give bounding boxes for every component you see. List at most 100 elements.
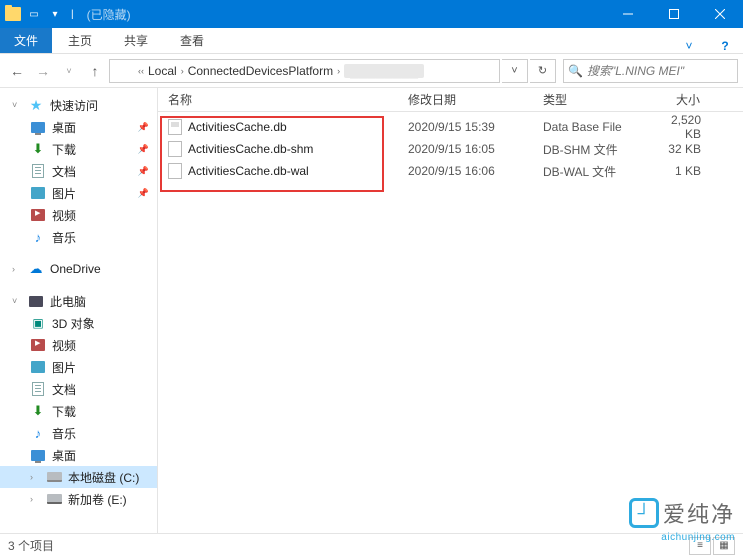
sidebar-label: 音乐 [52,229,76,246]
sidebar-label: 视频 [52,207,76,224]
document-icon [30,381,46,397]
music-icon: ♪ [30,425,46,441]
sidebar-item-downloads2[interactable]: ⬇下载 [0,400,157,422]
sidebar-item-thispc[interactable]: ˅此电脑 [0,290,157,312]
search-placeholder: 搜索"L.NING MEI" [587,62,684,79]
minimize-button[interactable] [605,0,651,28]
breadcrumb-seg[interactable]: ConnectedDevicesPlatform [188,64,333,78]
sidebar-label: 图片 [52,359,76,376]
file-row[interactable]: ActivitiesCache.db2020/9/15 15:39Data Ba… [158,116,743,138]
file-type: DB-WAL 文件 [533,163,643,180]
folder-icon [114,63,132,79]
sidebar-label: 此电脑 [50,293,86,310]
column-header-type[interactable]: 类型 [533,91,643,108]
video-icon [30,207,46,223]
up-button[interactable]: ↑ [83,59,107,83]
column-header-date[interactable]: 修改日期 [398,91,533,108]
sidebar-item-newvolume[interactable]: ›新加卷 (E:) [0,488,157,510]
sidebar-item-music[interactable]: ♪ 音乐 [0,226,157,248]
file-type: DB-SHM 文件 [533,141,643,158]
close-button[interactable] [697,0,743,28]
refresh-button[interactable]: ↻ [530,59,556,83]
file-row[interactable]: ActivitiesCache.db-shm2020/9/15 16:05DB-… [158,138,743,160]
file-date: 2020/9/15 16:05 [398,142,533,156]
file-size: 2,520 KB [643,113,713,141]
sidebar-item-pictures2[interactable]: 图片 [0,356,157,378]
back-button[interactable]: ← [5,59,29,83]
sidebar-item-desktop[interactable]: 桌面 📌 [0,116,157,138]
file-name: ActivitiesCache.db [188,120,287,134]
pin-icon: 📌 [138,166,149,177]
sidebar-item-onedrive[interactable]: ›☁OneDrive [0,258,157,280]
tab-home[interactable]: 主页 [52,28,108,53]
file-icon [168,119,182,135]
folder-app-icon [4,5,22,23]
sidebar-item-music2[interactable]: ♪音乐 [0,422,157,444]
sidebar-label: 文档 [52,163,76,180]
qat-properties-icon[interactable]: ▭ [25,5,43,23]
tab-view[interactable]: 查看 [164,28,220,53]
download-icon: ⬇ [30,403,46,419]
sidebar-label: 桌面 [52,119,76,136]
sidebar-item-pictures[interactable]: 图片 📌 [0,182,157,204]
file-size: 32 KB [643,142,713,156]
pin-icon: 📌 [138,122,149,133]
column-header-size[interactable]: 大小 [643,91,713,108]
desktop-icon [30,447,46,463]
sidebar-label: 新加卷 (E:) [68,491,127,508]
forward-button[interactable]: → [31,59,55,83]
sidebar-item-videos2[interactable]: 视频 [0,334,157,356]
file-pane: 名称 修改日期 类型 大小 ActivitiesCache.db 2020/9/1… [158,88,743,533]
pin-icon: 📌 [138,188,149,199]
sidebar-item-localdisk[interactable]: ›本地磁盘 (C:) [0,466,157,488]
desktop-icon [30,119,46,135]
pin-icon: 📌 [138,144,149,155]
breadcrumb-seg-obscured[interactable]: ████████ [344,64,424,78]
navbar: ← → ˅ ↑ ‹‹ Local › ConnectedDevicesPlatf… [0,54,743,88]
column-header-name[interactable]: 名称 [158,91,398,108]
status-item-count: 3 个项目 [8,537,54,554]
onedrive-icon: ☁ [28,261,44,277]
file-row[interactable]: ActivitiesCache.db-wal2020/9/15 16:06DB-… [158,160,743,182]
file-tab[interactable]: 文件 [0,28,52,53]
address-bar[interactable]: ‹‹ Local › ConnectedDevicesPlatform › ██… [109,59,500,83]
address-dropdown-icon[interactable]: ˅ [502,59,528,83]
sidebar-item-downloads[interactable]: ⬇下载📌 [0,138,157,160]
file-date: 2020/9/15 15:39 [398,120,533,134]
sidebar-item-documents[interactable]: 文档 📌 [0,160,157,182]
ribbon-expand-icon[interactable]: ˅ [671,39,707,53]
sidebar-item-documents2[interactable]: 文档 [0,378,157,400]
sidebar-item-desktop2[interactable]: 桌面 [0,444,157,466]
history-dropdown[interactable]: ˅ [57,59,81,83]
video-icon [30,337,46,353]
tab-share[interactable]: 共享 [108,28,164,53]
sidebar-label: 桌面 [52,447,76,464]
sidebar-label: 下载 [52,141,76,158]
drive-icon [46,469,62,485]
file-icon [168,141,182,157]
help-icon[interactable]: ? [707,39,743,53]
sidebar-label: 本地磁盘 (C:) [68,469,139,486]
picture-icon [30,359,46,375]
search-icon: 🔍 [568,64,583,78]
sidebar-label: 文档 [52,381,76,398]
breadcrumb-seg[interactable]: Local [148,64,177,78]
view-icons-button[interactable]: ▦ [713,537,735,555]
sidebar-item-3dobjects[interactable]: ▣3D 对象 [0,312,157,334]
sidebar-label: 3D 对象 [52,315,95,332]
chevron-icon[interactable]: › [333,66,344,76]
document-icon [30,163,46,179]
window-title: (已隐藏) [87,6,131,23]
sidebar-item-quickaccess[interactable]: ˅★快速访问 [0,94,157,116]
picture-icon [30,185,46,201]
chevron-icon[interactable]: › [177,66,188,76]
search-input[interactable]: 🔍 搜索"L.NING MEI" [563,59,738,83]
sidebar-label: 图片 [52,185,76,202]
chevron-icon[interactable]: ‹‹ [134,66,148,76]
maximize-button[interactable] [651,0,697,28]
view-details-button[interactable]: ≡ [689,537,711,555]
music-icon: ♪ [30,229,46,245]
file-name: ActivitiesCache.db-wal [188,164,309,178]
sidebar-item-videos[interactable]: 视频 [0,204,157,226]
qat-newfolder-icon[interactable]: ▾ [46,5,64,23]
